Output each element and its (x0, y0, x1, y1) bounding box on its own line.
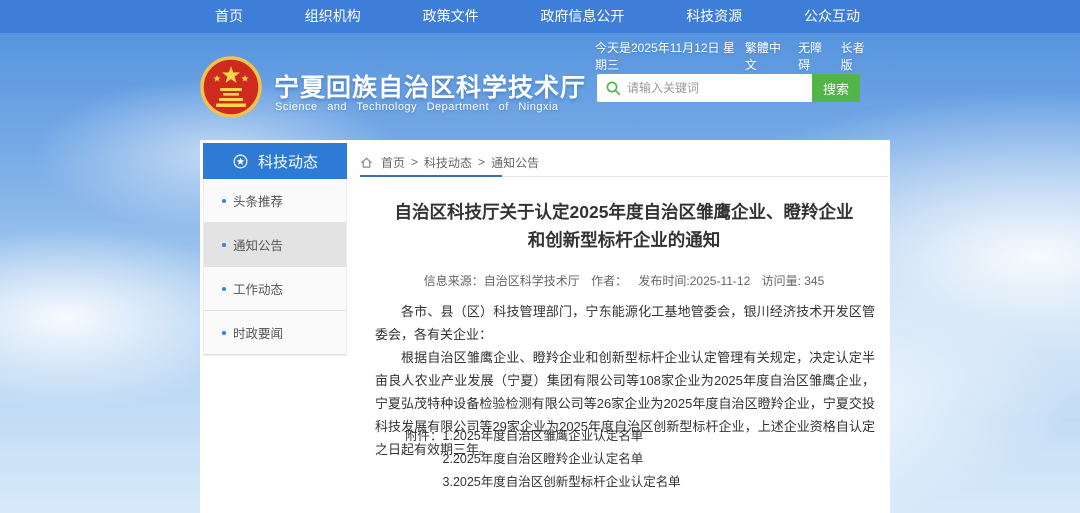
sidebar-item-work-trends[interactable]: 工作动态 (204, 267, 346, 311)
sidebar-item-current-politics[interactable]: 时政要闻 (204, 311, 346, 355)
article-title-line2: 和创新型标杆企业的通知 (360, 226, 888, 254)
meta-source: 信息来源：自治区科学技术厅 (424, 274, 580, 288)
current-date-text: 今天是2025年11月12日 星期三 (595, 39, 745, 73)
article-paragraph: 各市、县（区）科技管理部门，宁东能源化工基地管委会，银川经济技术开发区管委会，各… (375, 300, 875, 346)
meta-publish-time: 发布时间:2025-11-12 (638, 274, 750, 288)
search-bar: 搜索 (597, 74, 860, 102)
top-nav-menu: 首页 组织机构 政策文件 政府信息公开 科技资源 公众互动 (205, 0, 870, 33)
sidebar-header: 科技动态 (203, 143, 347, 179)
sidebar-item-label: 工作动态 (233, 279, 283, 298)
top-nav-bar: 首页 组织机构 政策文件 政府信息公开 科技资源 公众互动 (0, 0, 1080, 33)
bullet-icon (222, 199, 226, 203)
content-container: 科技动态 头条推荐 通知公告 工作动态 时政要闻 (200, 140, 890, 513)
attachment-label: 附件： (405, 425, 443, 494)
site-title: 宁夏回族自治区科学技术厅 (274, 68, 604, 104)
national-emblem-logo (199, 55, 263, 119)
meta-author: 作者： (591, 274, 627, 288)
nav-item-home[interactable]: 首页 (205, 0, 253, 33)
bullet-icon (222, 331, 226, 335)
nav-item-gov-info-disclosure[interactable]: 政府信息公开 (530, 0, 634, 33)
breadcrumb-separator: > (411, 155, 418, 169)
breadcrumb-home[interactable]: 首页 (381, 154, 405, 171)
site-subtitle: Science and Technology Department of Nin… (275, 101, 543, 113)
header-utility-row: 今天是2025年11月12日 星期三 繁體中文 无障碍 长者版 (595, 48, 873, 64)
breadcrumb-notices[interactable]: 通知公告 (491, 154, 539, 171)
link-traditional-chinese[interactable]: 繁體中文 (745, 39, 788, 73)
attachment-list: 1.2025年度自治区雏鹰企业认定名单 2.2025年度自治区瞪羚企业认定名单 … (443, 425, 681, 494)
breadcrumb: 首页 > 科技动态 > 通知公告 (360, 152, 539, 172)
page-background: 首页 组织机构 政策文件 政府信息公开 科技资源 公众互动 宁夏回族自治区科学技… (0, 0, 1080, 513)
nav-item-tech-resources[interactable]: 科技资源 (676, 0, 752, 33)
sidebar-item-label: 头条推荐 (233, 191, 283, 210)
breadcrumb-tech-news[interactable]: 科技动态 (424, 154, 472, 171)
home-icon (360, 156, 373, 169)
sidebar-item-headline-recommend[interactable]: 头条推荐 (204, 179, 346, 223)
link-elderly-version[interactable]: 长者版 (841, 39, 873, 73)
meta-views: 访问量: 345 (762, 274, 825, 288)
breadcrumb-separator: > (478, 155, 485, 169)
sidebar-item-label: 时政要闻 (233, 323, 283, 342)
sidebar-item-label: 通知公告 (233, 235, 283, 254)
bullet-icon (222, 287, 226, 291)
utility-links: 繁體中文 无障碍 长者版 (745, 39, 873, 73)
sidebar-title: 科技动态 (258, 151, 318, 172)
nav-item-policy-documents[interactable]: 政策文件 (413, 0, 489, 33)
attachment-link-3[interactable]: 3.2025年度自治区创新型标杆企业认定名单 (443, 471, 681, 494)
nav-item-organization[interactable]: 组织机构 (295, 0, 371, 33)
bullet-icon (222, 243, 226, 247)
breadcrumb-divider-accent (360, 175, 502, 177)
search-icon (605, 80, 621, 96)
attachment-link-1[interactable]: 1.2025年度自治区雏鹰企业认定名单 (443, 425, 681, 448)
search-button[interactable]: 搜索 (812, 74, 860, 102)
circled-star-icon (232, 153, 249, 170)
link-accessibility[interactable]: 无障碍 (798, 39, 830, 73)
article-title-line1: 自治区科技厅关于认定2025年度自治区雏鹰企业、瞪羚企业 (360, 198, 888, 226)
nav-item-public-interaction[interactable]: 公众互动 (794, 0, 870, 33)
attachments-block: 附件： 1.2025年度自治区雏鹰企业认定名单 2.2025年度自治区瞪羚企业认… (405, 425, 681, 494)
sidebar-menu: 头条推荐 通知公告 工作动态 时政要闻 (203, 179, 347, 356)
search-input-wrap (597, 74, 812, 102)
article-meta: 信息来源：自治区科学技术厅 作者： 发布时间:2025-11-12 访问量: 3… (360, 272, 888, 289)
article-title: 自治区科技厅关于认定2025年度自治区雏鹰企业、瞪羚企业 和创新型标杆企业的通知 (360, 198, 888, 254)
sidebar: 科技动态 头条推荐 通知公告 工作动态 时政要闻 (203, 143, 347, 356)
attachment-link-2[interactable]: 2.2025年度自治区瞪羚企业认定名单 (443, 448, 681, 471)
search-input[interactable] (597, 74, 812, 102)
sidebar-item-notices[interactable]: 通知公告 (204, 223, 346, 267)
